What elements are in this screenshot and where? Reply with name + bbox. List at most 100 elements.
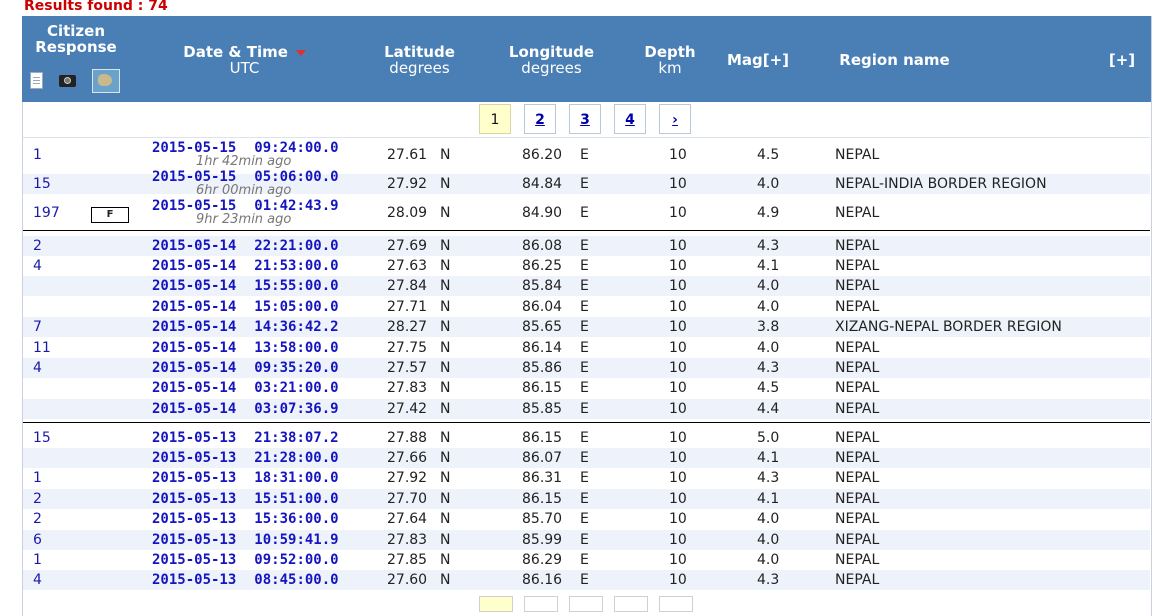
longitude-value: 86.15 xyxy=(522,380,563,396)
depth-value: 10 xyxy=(669,258,687,274)
citizen-response-count[interactable]: 4 xyxy=(33,570,42,590)
table-row[interactable]: 4 2015-05-14 21:53:00.0 27.63 N 86.25 E 10 4.1 NE… xyxy=(23,256,1150,276)
citizen-response-count[interactable]: 4 xyxy=(33,256,42,276)
table-row[interactable]: 1 2015-05-15 09:24:00.0 1hr 42min ago 27.61 N… xyxy=(23,140,1150,169)
header-depth-label: Depth xyxy=(644,43,696,61)
event-datetime-link[interactable]: 2015-05-14 03:21:00.0 xyxy=(152,378,339,398)
event-date: 2015-05-14 xyxy=(152,299,237,315)
table-row[interactable]: 2015-05-14 15:55:00.0 27.84 N 85.84 E 10 4.0 NEP… xyxy=(23,276,1150,296)
bottom-page-2-button[interactable] xyxy=(524,596,558,612)
map-icon[interactable] xyxy=(92,69,120,93)
event-datetime-link[interactable]: 2015-05-14 09:35:20.0 xyxy=(152,358,339,378)
table-row[interactable]: 2 2015-05-14 22:21:00.0 27.69 N 86.08 E 10 4.3 NE… xyxy=(23,236,1150,256)
magnitude-value: 4.0 xyxy=(757,552,780,568)
next-page-button[interactable]: › xyxy=(659,104,691,134)
citizen-response-count[interactable]: 1 xyxy=(33,550,42,570)
citizen-response-count[interactable]: 2 xyxy=(33,509,42,529)
region-name: NEPAL xyxy=(835,299,880,315)
page-3-button[interactable]: 3 xyxy=(569,104,601,134)
longitude-direction: E xyxy=(580,380,589,396)
event-datetime-link[interactable]: 2015-05-13 21:28:00.0 xyxy=(152,448,339,468)
header-depth[interactable]: Depth km xyxy=(635,44,705,76)
event-datetime-link[interactable]: 2015-05-14 21:53:00.0 xyxy=(152,256,339,276)
table-row[interactable]: 15 2015-05-15 05:06:00.0 6hr 00min ago 27.92… xyxy=(23,169,1150,198)
bottom-page-3-button[interactable] xyxy=(569,596,603,612)
table-row[interactable]: 197 F 2015-05-15 01:42:43.9 9hr 23min ago 28.… xyxy=(23,198,1150,227)
event-datetime-link[interactable]: 2015-05-14 15:05:00.0 xyxy=(152,297,339,317)
page-1-button[interactable]: 1 xyxy=(479,104,511,134)
bottom-page-1-button[interactable] xyxy=(479,596,513,612)
header-region[interactable]: Region name xyxy=(827,52,962,68)
table-row[interactable]: 2 2015-05-13 15:51:00.0 27.70 N 86.15 E 10 4.1 NE… xyxy=(23,489,1150,509)
citizen-response-count[interactable]: 6 xyxy=(33,530,42,550)
table-row[interactable]: 4 2015-05-13 08:45:00.0 27.60 N 86.16 E 10 4.3 NE… xyxy=(23,570,1150,590)
event-datetime-link[interactable]: 2015-05-13 18:31:00.0 xyxy=(152,468,339,488)
event-datetime-link[interactable]: 2015-05-13 15:51:00.0 xyxy=(152,489,339,509)
citizen-response-count[interactable]: 4 xyxy=(33,358,42,378)
magnitude-value: 4.0 xyxy=(757,278,780,294)
table-row[interactable]: 15 2015-05-13 21:38:07.2 27.88 N 86.15 E 10 5.0 N… xyxy=(23,428,1150,448)
latitude-direction: N xyxy=(440,147,451,163)
citizen-response-count[interactable]: 11 xyxy=(33,338,51,358)
event-datetime-link[interactable]: 2015-05-13 08:45:00.0 xyxy=(152,570,339,590)
citizen-response-count[interactable]: 15 xyxy=(33,174,51,194)
table-row[interactable]: 4 2015-05-14 09:35:20.0 27.57 N 85.86 E 10 4.3 NE… xyxy=(23,358,1150,378)
event-date: 2015-05-13 xyxy=(152,470,237,486)
header-latitude[interactable]: Latitude degrees xyxy=(372,44,467,76)
event-datetime-link[interactable]: 2015-05-14 15:55:00.0 xyxy=(152,276,339,296)
region-name: NEPAL xyxy=(835,278,880,294)
event-datetime-link[interactable]: 2015-05-14 22:21:00.0 xyxy=(152,236,339,256)
page-4-button[interactable]: 4 xyxy=(614,104,646,134)
bottom-next-page-button[interactable] xyxy=(659,596,693,612)
table-row[interactable]: 2 2015-05-13 15:36:00.0 27.64 N 85.70 E 10 4.0 NE… xyxy=(23,509,1150,529)
header-longitude[interactable]: Longitude degrees xyxy=(500,44,603,76)
table-row[interactable]: 2015-05-14 15:05:00.0 27.71 N 86.04 E 10 4.0 NEP… xyxy=(23,297,1150,317)
event-datetime-link[interactable]: 2015-05-14 13:58:00.0 xyxy=(152,338,339,358)
citizen-response-count[interactable]: 7 xyxy=(33,317,42,337)
longitude-direction: E xyxy=(580,205,589,221)
table-row[interactable]: 1 2015-05-13 18:31:00.0 27.92 N 86.31 E 10 4.3 NE… xyxy=(23,468,1150,488)
table-row[interactable]: 2015-05-13 21:28:00.0 27.66 N 86.07 E 10 4.1 NEP… xyxy=(23,448,1150,468)
event-datetime-link[interactable]: 2015-05-14 03:07:36.9 xyxy=(152,399,339,419)
citizen-response-count[interactable]: 2 xyxy=(33,236,42,256)
citizen-response-count[interactable]: 1 xyxy=(33,145,42,165)
longitude-direction: E xyxy=(580,491,589,507)
header-expand-button[interactable]: [+] xyxy=(1102,52,1142,68)
bottom-page-4-button[interactable] xyxy=(614,596,648,612)
event-datetime-link[interactable]: 2015-05-13 15:36:00.0 xyxy=(152,509,339,529)
magnitude-value: 4.1 xyxy=(757,450,780,466)
magnitude-value: 4.0 xyxy=(757,176,780,192)
citizen-response-count[interactable]: 1 xyxy=(33,468,42,488)
region-name: NEPAL xyxy=(835,258,880,274)
table-row[interactable]: 2015-05-14 03:21:00.0 27.83 N 86.15 E 10 4.5 NEP… xyxy=(23,378,1150,398)
latitude-direction: N xyxy=(440,319,451,335)
magnitude-value: 4.1 xyxy=(757,491,780,507)
longitude-value: 86.20 xyxy=(522,147,563,163)
camera-icon[interactable] xyxy=(59,75,76,87)
event-datetime-link[interactable]: 2015-05-14 14:36:42.2 xyxy=(152,317,339,337)
latitude-value: 27.63 xyxy=(387,258,428,274)
table-row[interactable]: 2015-05-14 03:07:36.9 27.42 N 85.85 E 10 4.4 NEP… xyxy=(23,399,1150,419)
header-magnitude[interactable]: Mag[+] xyxy=(718,52,798,68)
page-2-button[interactable]: 2 xyxy=(524,104,556,134)
header-citizen-response[interactable]: Citizen Response xyxy=(26,23,126,55)
longitude-value: 85.65 xyxy=(522,319,563,335)
citizen-response-count[interactable]: 2 xyxy=(33,489,42,509)
table-row[interactable]: 7 2015-05-14 14:36:42.2 28.27 N 85.65 E 10 3.8 XI… xyxy=(23,317,1150,337)
longitude-direction: E xyxy=(580,319,589,335)
header-date-time[interactable]: Date & Time UTC xyxy=(172,44,317,76)
region-name: XIZANG-NEPAL BORDER REGION xyxy=(835,319,1062,335)
event-datetime-link[interactable]: 2015-05-13 10:59:41.9 xyxy=(152,530,339,550)
event-datetime-link[interactable]: 2015-05-13 21:38:07.2 xyxy=(152,428,339,448)
document-icon[interactable] xyxy=(30,72,43,89)
table-row[interactable]: 11 2015-05-14 13:58:00.0 27.75 N 86.14 E 10 4.0 N… xyxy=(23,338,1150,358)
magnitude-value: 5.0 xyxy=(757,430,780,446)
table-row[interactable]: 6 2015-05-13 10:59:41.9 27.83 N 85.99 E 10 4.0 NE… xyxy=(23,530,1150,550)
event-time: 15:05:00.0 xyxy=(254,299,339,315)
longitude-direction: E xyxy=(580,258,589,274)
citizen-response-count[interactable]: 197 xyxy=(33,203,60,223)
felt-report-badge[interactable]: F xyxy=(91,207,129,223)
citizen-response-count[interactable]: 15 xyxy=(33,428,51,448)
event-datetime-link[interactable]: 2015-05-13 09:52:00.0 xyxy=(152,550,339,570)
table-row[interactable]: 1 2015-05-13 09:52:00.0 27.85 N 86.29 E 10 4.0 NE… xyxy=(23,550,1150,570)
